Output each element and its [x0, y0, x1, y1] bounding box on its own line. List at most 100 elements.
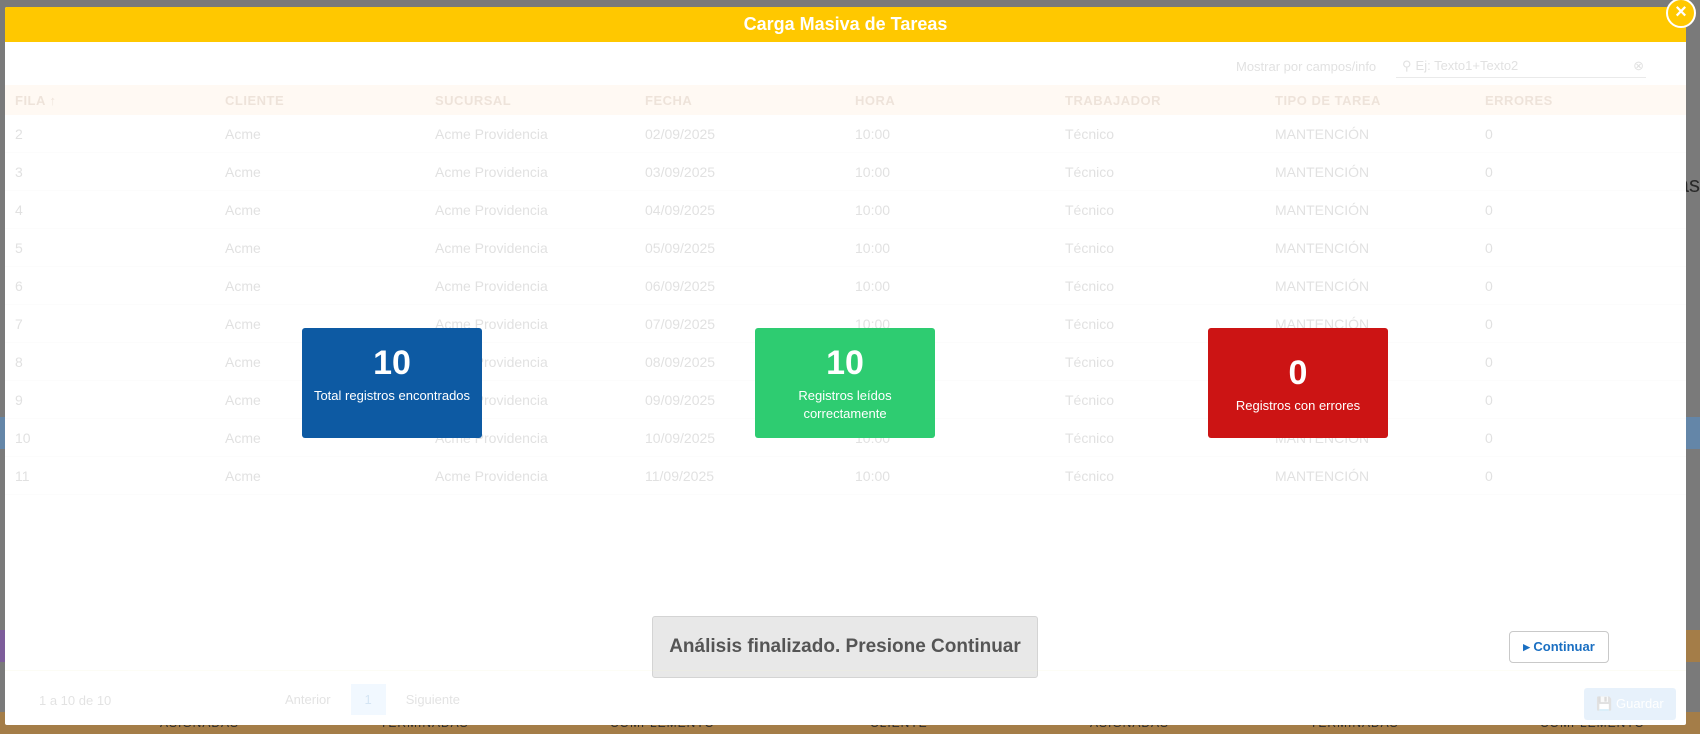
table-row: 2 Acme Acme Providencia 02/09/2025 10:00 Técn… [5, 115, 1686, 153]
table-cell: Técnico [1065, 277, 1115, 294]
search-input[interactable]: ⚲ Ej: Texto1+Texto2 ⊗ [1396, 55, 1646, 78]
table-cell: 06/09/2025 [645, 277, 716, 294]
table-cell: Acme Providencia [435, 467, 548, 484]
table-cell: 05/09/2025 [645, 239, 716, 256]
table-cell: MANTENCIÓN [1275, 163, 1370, 180]
table-cell: 10:00 [855, 201, 891, 218]
table-cell: Acme [225, 201, 261, 218]
column-header-trabajador[interactable]: TRABAJADOR [1055, 93, 1265, 108]
column-header-fila[interactable]: FILA ↑ [5, 93, 215, 108]
save-icon: 💾 [1596, 696, 1613, 711]
table-cell: 0 [1485, 201, 1493, 218]
table-cell: 6 [15, 277, 23, 294]
read-ok-label: Registros leídos correctamente [798, 388, 892, 421]
table-row: 6 Acme Acme Providencia 06/09/2025 10:00 Técn… [5, 267, 1686, 305]
save-label: Guardar [1616, 696, 1664, 711]
table-cell: 0 [1485, 277, 1493, 294]
table-cell: Acme Providencia [435, 201, 548, 218]
caret-right-icon: ▸ [1523, 639, 1530, 654]
errors-card: 0 Registros con errores [1208, 328, 1388, 438]
pagination: Anterior 1 Siguiente [271, 684, 474, 715]
total-records-card: 10 Total registros encontrados [302, 328, 482, 438]
table-row: 4 Acme Acme Providencia 04/09/2025 10:00 Técn… [5, 191, 1686, 229]
table-cell: 3 [15, 163, 23, 180]
table-cell: 10:00 [855, 239, 891, 256]
modal-title: Carga Masiva de Tareas [5, 7, 1686, 42]
table-row: 11 Acme Acme Providencia 11/09/2025 10:00 Téc… [5, 457, 1686, 495]
table-cell: Acme [225, 239, 261, 256]
table-body: 2 Acme Acme Providencia 02/09/2025 10:00 Técn… [5, 115, 1686, 495]
background-blue-bar-right [1684, 417, 1700, 449]
table-cell: Acme Providencia [435, 239, 548, 256]
table-cell: 0 [1485, 353, 1493, 370]
table-cell: 0 [1485, 429, 1493, 446]
search-row: Mostrar por campos/info ⚲ Ej: Texto1+Text… [1236, 55, 1656, 79]
table-cell: Acme [225, 163, 261, 180]
table-cell: Acme Providencia [435, 277, 548, 294]
table-cell: 9 [15, 391, 23, 408]
table-cell: 0 [1485, 239, 1493, 256]
table-cell: 4 [15, 201, 23, 218]
page-1-button[interactable]: 1 [350, 684, 386, 715]
table-cell: 10:00 [855, 163, 891, 180]
table-cell: Acme Providencia [435, 163, 548, 180]
clear-icon[interactable]: ⊗ [1633, 55, 1644, 77]
continue-button[interactable]: ▸ Continuar [1509, 631, 1609, 663]
column-header-errores[interactable]: ERRORES [1475, 93, 1685, 108]
errors-value: 0 [1288, 354, 1308, 392]
column-header-hora[interactable]: HORA [845, 93, 1055, 108]
table-cell: 0 [1485, 125, 1493, 142]
column-header-cliente[interactable]: CLIENTE [215, 93, 425, 108]
table-cell: MANTENCIÓN [1275, 467, 1370, 484]
table-cell: 5 [15, 239, 23, 256]
table-cell: 0 [1485, 467, 1493, 484]
table-cell: 0 [1485, 315, 1493, 332]
table-cell: Técnico [1065, 125, 1115, 142]
column-header-sucursal[interactable]: SUCURSAL [425, 93, 635, 108]
status-message: Análisis finalizado. Presione Continuar [652, 616, 1038, 678]
table-cell: Técnico [1065, 163, 1115, 180]
total-records-value: 10 [373, 344, 411, 382]
column-header-fecha[interactable]: FECHA [635, 93, 845, 108]
table-cell: 0 [1485, 163, 1493, 180]
search-icon: ⚲ [1402, 58, 1412, 73]
table-cell: 10:00 [855, 277, 891, 294]
pagination-info: 1 a 10 de 10 [39, 693, 112, 708]
table-cell: MANTENCIÓN [1275, 277, 1370, 294]
table-cell: 11/09/2025 [645, 467, 715, 484]
save-button[interactable]: 💾 Guardar [1584, 688, 1676, 720]
table-cell: 7 [15, 315, 23, 332]
errors-label: Registros con errores [1235, 398, 1361, 413]
table-cell: Técnico [1065, 467, 1115, 484]
read-ok-value: 10 [826, 344, 864, 382]
table-cell: 10:00 [855, 467, 891, 484]
table-cell: 8 [15, 353, 23, 370]
table-cell: 10 [15, 429, 31, 446]
table-cell: 02/09/2025 [645, 125, 716, 142]
table-cell: Acme [225, 277, 261, 294]
table-cell: 0 [1485, 391, 1493, 408]
table-cell: Acme [225, 125, 261, 142]
table-cell: Acme Providencia [435, 125, 548, 142]
table-cell: Técnico [1065, 201, 1115, 218]
table-cell: 11 [15, 467, 30, 484]
read-ok-card: 10 Registros leídos correctamente [755, 328, 935, 438]
table-cell: MANTENCIÓN [1275, 201, 1370, 218]
next-page-button[interactable]: Siguiente [392, 684, 474, 715]
background-orange-bar-right [1684, 630, 1700, 662]
table-cell: Técnico [1065, 239, 1115, 256]
table-row: 5 Acme Acme Providencia 05/09/2025 10:00 Técn… [5, 229, 1686, 267]
table-cell: 04/09/2025 [645, 201, 716, 218]
table-cell: Acme [225, 467, 261, 484]
continue-label: Continuar [1533, 639, 1595, 654]
total-records-label: Total registros encontrados [313, 388, 471, 403]
search-label: Mostrar por campos/info [1236, 59, 1377, 74]
search-placeholder: Ej: Texto1+Texto2 [1415, 58, 1519, 73]
table-row: 3 Acme Acme Providencia 03/09/2025 10:00 Técn… [5, 153, 1686, 191]
modal-footer: 1 a 10 de 10 Anterior 1 Siguiente 💾 Guar… [5, 670, 1686, 725]
table-cell: MANTENCIÓN [1275, 125, 1370, 142]
prev-page-button[interactable]: Anterior [271, 684, 345, 715]
column-header-tipo[interactable]: TIPO DE TAREA [1265, 93, 1475, 108]
bulk-upload-modal: Carga Masiva de Tareas Mostrar por campo… [5, 7, 1686, 725]
table-cell: 2 [15, 125, 23, 142]
